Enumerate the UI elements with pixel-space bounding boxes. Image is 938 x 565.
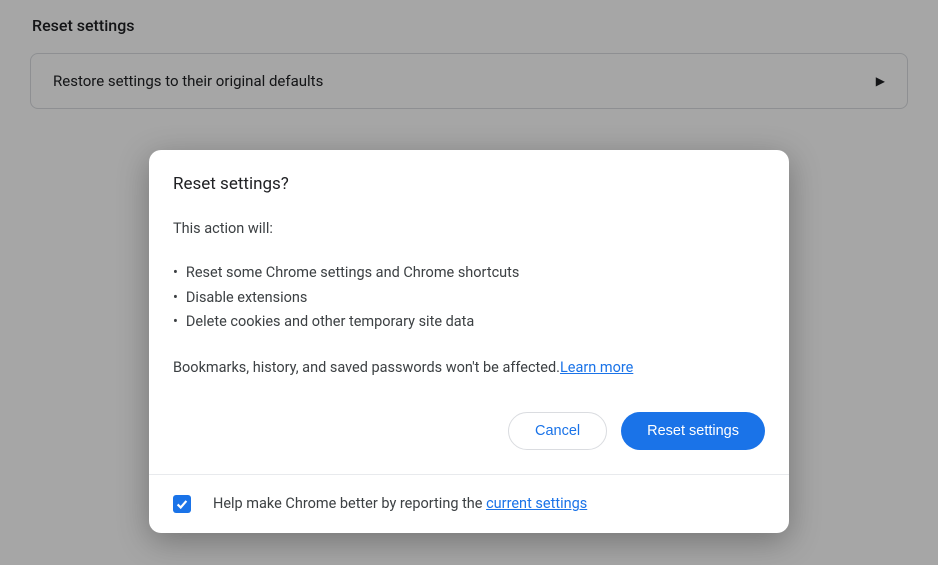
cancel-button[interactable]: Cancel xyxy=(508,412,607,450)
footer-text-prefix: Help make Chrome better by reporting the xyxy=(213,495,486,512)
reset-settings-dialog: Reset settings? This action will: Reset … xyxy=(149,150,789,533)
bullet-item: Reset some Chrome settings and Chrome sh… xyxy=(173,261,765,286)
dialog-actions: Cancel Reset settings xyxy=(173,412,765,450)
current-settings-link[interactable]: current settings xyxy=(486,495,587,512)
bullet-item: Disable extensions xyxy=(173,286,765,311)
dialog-note-text: Bookmarks, history, and saved passwords … xyxy=(173,359,560,376)
dialog-body: Reset settings? This action will: Reset … xyxy=(149,150,789,474)
dialog-note: Bookmarks, history, and saved passwords … xyxy=(173,359,765,376)
reset-settings-button[interactable]: Reset settings xyxy=(621,412,765,450)
footer-text: Help make Chrome better by reporting the… xyxy=(213,495,587,512)
dialog-bullet-list: Reset some Chrome settings and Chrome sh… xyxy=(173,261,765,335)
dialog-title: Reset settings? xyxy=(173,174,765,194)
modal-overlay: Reset settings? This action will: Reset … xyxy=(0,0,938,565)
learn-more-link[interactable]: Learn more xyxy=(560,359,633,376)
bullet-item: Delete cookies and other temporary site … xyxy=(173,310,765,335)
dialog-footer: Help make Chrome better by reporting the… xyxy=(149,474,789,533)
checkmark-icon xyxy=(175,497,189,511)
report-checkbox[interactable] xyxy=(173,495,191,513)
dialog-intro: This action will: xyxy=(173,220,765,237)
